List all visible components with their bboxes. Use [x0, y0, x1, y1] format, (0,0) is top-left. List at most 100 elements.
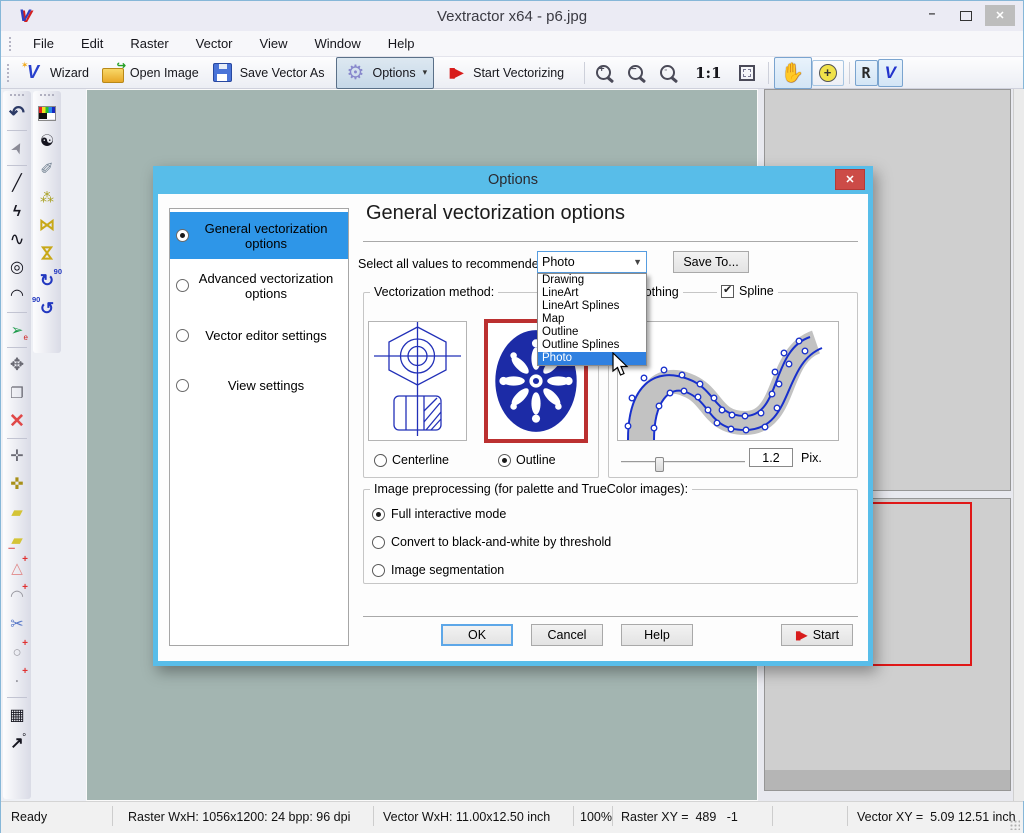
preset-option-photo[interactable]: Photo	[538, 352, 646, 365]
circle-tool-button[interactable]	[4, 254, 30, 280]
page-view-settings[interactable]: View settings	[170, 362, 348, 409]
smoothing-slider[interactable]	[621, 457, 745, 467]
fit-to-window-button[interactable]	[731, 62, 763, 84]
duplicate-icon	[5, 381, 29, 405]
wizard-button[interactable]: Wizard	[15, 58, 95, 88]
preset-option-lineart-splines[interactable]: LineArt Splines	[538, 300, 646, 313]
centerline-preview[interactable]	[368, 321, 467, 441]
line-tool-button[interactable]	[4, 170, 30, 196]
preset-option-drawing[interactable]: Drawing	[538, 274, 646, 287]
full-interactive-radio-option[interactable]: Full interactive mode	[372, 507, 506, 521]
clean-tool-button[interactable]	[34, 156, 60, 182]
invert-tool-button[interactable]	[34, 128, 60, 154]
zoom-window-button[interactable]: ▫	[654, 62, 686, 84]
preset-option-map[interactable]: Map	[538, 313, 646, 326]
arc-tool-button[interactable]	[4, 282, 30, 308]
show-vector-button[interactable]: V	[878, 59, 903, 87]
select-tool-button[interactable]	[4, 135, 30, 161]
pick-point-tool-button[interactable]	[4, 730, 30, 756]
zoom-one-to-one-button[interactable]: 1:1	[686, 61, 730, 85]
menu-raster[interactable]: Raster	[128, 34, 170, 53]
trace-icon	[5, 318, 29, 342]
add-vertex-tool-button[interactable]	[4, 555, 30, 581]
open-image-button[interactable]: Open Image	[95, 58, 205, 88]
cancel-button[interactable]: Cancel	[531, 624, 603, 646]
preprocessing-group-label: Image preprocessing (for palette and Tru…	[370, 482, 692, 496]
ok-button[interactable]: OK	[441, 624, 513, 646]
resize-grip[interactable]	[1010, 820, 1020, 830]
menu-help[interactable]: Help	[386, 34, 417, 53]
smoothing-value-input[interactable]: 1.2	[749, 448, 793, 467]
zoom-in-button[interactable]: +	[590, 62, 622, 84]
segmentation-radio-option[interactable]: Image segmentation	[372, 563, 504, 577]
maximize-button[interactable]	[951, 5, 981, 26]
dialog-close-button[interactable]: ✕	[835, 169, 865, 190]
centerline-label: Centerline	[392, 453, 449, 467]
delete-tool-button[interactable]	[4, 408, 30, 434]
add-circle-icon	[5, 640, 29, 664]
polyline-tool-button[interactable]	[4, 198, 30, 224]
menu-window[interactable]: Window	[312, 34, 362, 53]
panel-resize-strip[interactable]	[1013, 89, 1024, 801]
title-bar: Vextractor x64 - p6.jpg	[1, 1, 1023, 31]
add-point-tool-button[interactable]	[4, 667, 30, 693]
slider-thumb[interactable]	[655, 457, 664, 472]
navigator-scrollbar[interactable]	[765, 770, 1010, 790]
grid-tool-button[interactable]	[4, 702, 30, 728]
start-vectorizing-label: Start Vectorizing	[473, 66, 564, 80]
erase-segment-tool-button[interactable]	[4, 527, 30, 553]
options-pages-list: General vectorization options Advanced v…	[169, 208, 349, 646]
mouse-cursor	[611, 352, 629, 378]
bezier-tool-button[interactable]	[4, 226, 30, 252]
center-node-tool-button[interactable]	[4, 471, 30, 497]
duplicate-tool-button[interactable]	[4, 380, 30, 406]
gear-icon	[343, 61, 367, 85]
zoom-window-icon: ▫	[660, 65, 676, 81]
menu-edit[interactable]: Edit	[79, 34, 105, 53]
preset-option-outline-splines[interactable]: Outline Splines	[538, 339, 646, 352]
pan-object-tool-button[interactable]	[4, 352, 30, 378]
add-circle-tool-button[interactable]	[4, 639, 30, 665]
save-to-button[interactable]: Save To...	[673, 251, 749, 273]
dialog-title-bar[interactable]: Options ✕	[158, 166, 868, 194]
add-arc-tool-button[interactable]	[4, 583, 30, 609]
minimize-button[interactable]	[917, 5, 947, 26]
page-general-vectorization[interactable]: General vectorization options	[170, 212, 348, 259]
centerline-radio-option[interactable]: Centerline	[374, 453, 449, 467]
close-button[interactable]	[985, 5, 1015, 26]
page-vector-editor[interactable]: Vector editor settings	[170, 312, 348, 359]
outline-radio-option[interactable]: Outline	[498, 453, 556, 467]
cut-tool-button[interactable]	[4, 611, 30, 637]
flip-horizontal-button[interactable]	[34, 212, 60, 238]
start-vectorizing-button[interactable]: Start Vectorizing	[438, 58, 570, 88]
preset-option-lineart[interactable]: LineArt	[538, 287, 646, 300]
menu-view[interactable]: View	[258, 34, 290, 53]
spline-checkbox-option[interactable]: Spline	[717, 284, 778, 298]
crosshair-target-icon	[819, 64, 837, 82]
menu-vector[interactable]: Vector	[194, 34, 235, 53]
options-dropdown-arrow-icon[interactable]: ▾	[423, 67, 428, 78]
save-vector-as-button[interactable]: Save Vector As	[205, 58, 331, 88]
preset-option-outline[interactable]: Outline	[538, 326, 646, 339]
help-button[interactable]: Help	[621, 624, 693, 646]
bw-threshold-radio-option[interactable]: Convert to black-and-white by threshold	[372, 535, 611, 549]
start-button[interactable]: ▮▶ Start	[781, 624, 853, 646]
rotate-cw-90-button[interactable]	[34, 268, 60, 294]
undo-tool-button[interactable]	[4, 100, 30, 126]
despeckle-tool-button[interactable]	[34, 184, 60, 210]
menu-file[interactable]: File	[31, 34, 56, 53]
zoom-out-button[interactable]: −	[622, 62, 654, 84]
preset-combobox[interactable]: Photo ▼	[537, 251, 647, 273]
page-advanced-vectorization[interactable]: Advanced vectorization options	[170, 262, 348, 309]
move-node-tool-button[interactable]	[4, 443, 30, 469]
pan-hand-button[interactable]	[774, 57, 812, 89]
center-view-button[interactable]	[812, 60, 844, 86]
trace-tool-button[interactable]	[4, 317, 30, 343]
show-raster-button[interactable]: R	[855, 60, 878, 86]
flip-vertical-button[interactable]	[34, 240, 60, 266]
palette-tool-button[interactable]	[34, 100, 60, 126]
options-button[interactable]: Options ▾	[336, 57, 434, 89]
rotate-ccw-90-button[interactable]	[34, 296, 60, 322]
buttons-separator	[363, 616, 858, 617]
erase-area-tool-button[interactable]	[4, 499, 30, 525]
